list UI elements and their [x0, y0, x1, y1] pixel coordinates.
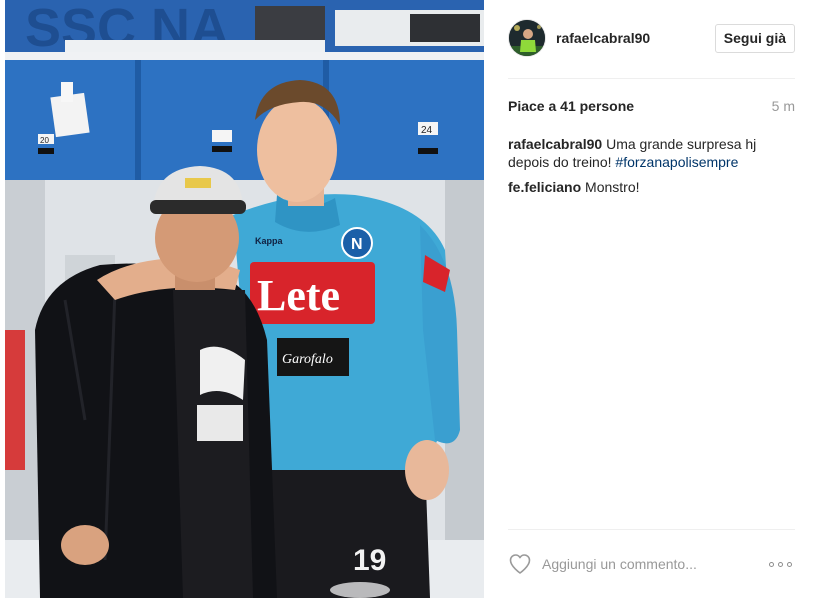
comment-list: rafaelcabral90 Uma grande surpresa hj de…	[508, 135, 795, 203]
comment-text: Monstro!	[585, 179, 640, 195]
avatar[interactable]	[508, 19, 546, 57]
post-photo[interactable]: SSC NA 20 24 19 Lete Garofalo Kappa N	[5, 0, 484, 598]
post-header: rafaelcabral90 Segui già	[508, 19, 795, 59]
locker-number-right: 24	[421, 125, 433, 136]
comment-author[interactable]: fe.feliciano	[508, 179, 581, 195]
shirt-sponsor: Lete	[257, 271, 340, 320]
post-photo-illustration: SSC NA 20 24 19 Lete Garofalo Kappa N	[5, 0, 484, 598]
divider	[508, 529, 795, 530]
svg-text:N: N	[351, 236, 363, 253]
comment-hashtag[interactable]: #forzanapolisempre	[615, 154, 738, 170]
following-button[interactable]: Segui già	[714, 24, 795, 53]
comment-bar	[508, 550, 795, 578]
dot	[787, 562, 792, 567]
locker-number-left: 20	[40, 136, 49, 145]
shirt-brand: Kappa	[255, 236, 284, 246]
likes-count[interactable]: Piace a 41 persone	[508, 98, 634, 114]
dot	[778, 562, 783, 567]
instagram-post: SSC NA 20 24 19 Lete Garofalo Kappa N ra…	[0, 0, 818, 601]
post-stats: Piace a 41 persone 5 m	[508, 98, 795, 116]
comment-author[interactable]: rafaelcabral90	[508, 136, 602, 152]
shorts-number: 19	[353, 544, 386, 577]
post-details-panel: rafaelcabral90 Segui già Piace a 41 pers…	[484, 0, 818, 601]
comment-item: fe.feliciano Monstro!	[508, 178, 795, 196]
post-timestamp[interactable]: 5 m	[772, 98, 795, 114]
comment-item: rafaelcabral90 Uma grande surpresa hj de…	[508, 135, 795, 171]
dot	[769, 562, 774, 567]
shirt-secondary-sponsor: Garofalo	[282, 352, 333, 367]
post-author-username[interactable]: rafaelcabral90	[556, 30, 650, 46]
divider	[508, 78, 795, 79]
more-options-icon[interactable]	[769, 554, 795, 574]
heart-outline-icon[interactable]	[508, 552, 532, 576]
comment-input[interactable]	[542, 553, 752, 575]
avatar-image	[509, 20, 545, 56]
